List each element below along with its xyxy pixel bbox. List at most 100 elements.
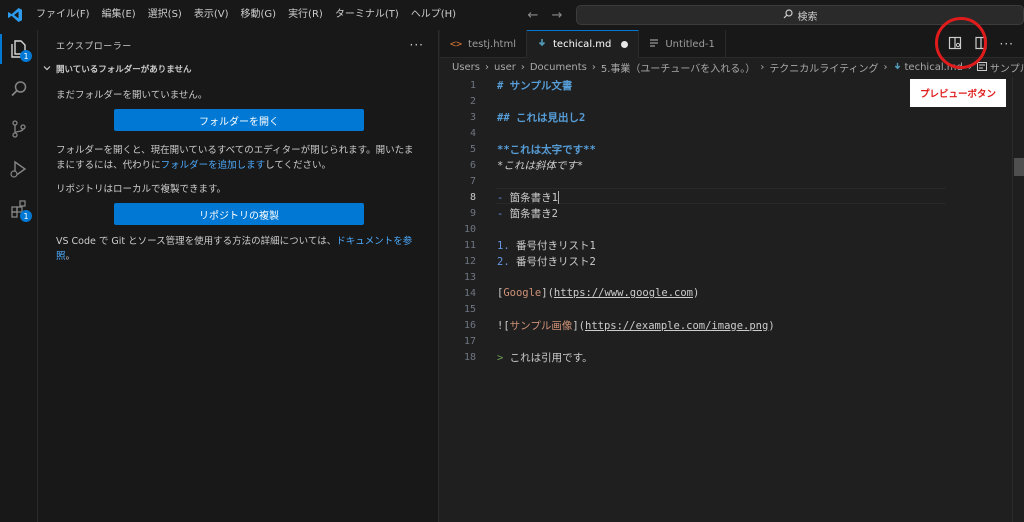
chevron-right-icon: ›: [520, 62, 525, 73]
code-line: 16 ![サンプル画像](https://example.com/image.p…: [440, 317, 950, 333]
link-bracket: ): [693, 287, 700, 299]
image-bracket: ![: [497, 319, 510, 332]
vscode-logo-icon: [0, 0, 30, 30]
menu-edit[interactable]: 編集(E): [96, 0, 142, 30]
line-number: 16: [463, 319, 476, 331]
line-number: 17: [463, 335, 476, 347]
line-content: > これは引用です。: [497, 350, 593, 365]
line-content: - 箇条書き1: [497, 190, 559, 205]
list-marker: -: [497, 207, 510, 220]
run-debug-icon[interactable]: [0, 150, 38, 188]
no-folder-section-header[interactable]: 開いているフォルダーがありません: [38, 60, 438, 78]
vertical-scrollbar[interactable]: [1012, 77, 1024, 522]
line-number: 18: [463, 351, 476, 363]
breadcrumb: Users › user › Documents › 5.事業（ユーチューバを入…: [440, 58, 1024, 77]
search-icon: [783, 8, 793, 22]
code-line: 9 - 箇条書き2: [440, 205, 950, 221]
activity-bar: 1 1: [0, 30, 38, 522]
git-text-2: 。: [65, 251, 76, 262]
breadcrumb-item[interactable]: user: [494, 62, 516, 73]
tab-label: testj.html: [468, 38, 516, 50]
annotation-circle: [935, 17, 987, 69]
link-bracket: ](: [541, 287, 554, 299]
list-marker: 1.: [497, 239, 516, 252]
no-folder-message: まだフォルダーを開いていません。: [56, 90, 208, 101]
forward-arrow-icon[interactable]: →: [550, 8, 564, 23]
line-number: 8: [469, 191, 476, 203]
list-text: 箇条書き1: [509, 191, 558, 204]
code-line: 13: [440, 269, 950, 285]
unsaved-dot-icon[interactable]: [621, 41, 629, 48]
git-text-1: VS Code で Git とソース管理を使用する方法の詳細については、: [56, 236, 337, 247]
line-content: 2. 番号付きリスト2: [497, 254, 596, 269]
heading-2: ## これは見出し2: [497, 111, 586, 124]
tab-techical-md[interactable]: techical.md: [527, 30, 640, 58]
breadcrumb-item[interactable]: テクニカルライティング: [769, 60, 878, 75]
menu-bar: ファイル(F) 編集(E) 選択(S) 表示(V) 移動(G) 実行(R) ター…: [30, 0, 462, 30]
section-title: 開いているフォルダーがありません: [56, 65, 192, 75]
symbol-icon: [976, 61, 987, 74]
open-folder-button[interactable]: フォルダーを開く: [114, 109, 364, 131]
line-number: 9: [469, 207, 476, 219]
line-number: 15: [463, 303, 476, 315]
list-text: 箇条書き2: [509, 207, 558, 220]
line-number: 2: [469, 95, 476, 107]
menu-file[interactable]: ファイル(F): [30, 0, 96, 30]
line-number: 1: [469, 79, 476, 91]
extensions-icon[interactable]: 1: [0, 190, 38, 228]
source-control-icon[interactable]: [0, 110, 38, 148]
tab-label: techical.md: [553, 39, 612, 50]
tab-untitled-1[interactable]: Untitled-1: [639, 30, 726, 58]
breadcrumb-item[interactable]: Users: [452, 62, 480, 73]
sidebar-title: エクスプローラー: [56, 41, 132, 52]
code-line: 4: [440, 125, 950, 141]
italic-text: *これは斜体です*: [497, 159, 584, 172]
menu-go[interactable]: 移動(G): [235, 0, 283, 30]
search-view-icon[interactable]: [0, 70, 38, 108]
image-bracket: ](: [572, 319, 585, 332]
menu-run[interactable]: 実行(R): [282, 0, 329, 30]
menu-help[interactable]: ヘルプ(H): [405, 0, 462, 30]
line-number: 12: [463, 255, 476, 267]
code-line: 8 - 箇条書き1: [440, 189, 950, 205]
code-line: 14 [Google](https://www.google.com): [440, 285, 950, 301]
extensions-badge: 1: [20, 210, 32, 222]
markdown-file-icon: [537, 38, 547, 51]
explorer-sidebar: エクスプローラー ··· 開いているフォルダーがありません まだフォルダーを開い…: [38, 30, 439, 522]
chevron-right-icon: ›: [760, 62, 765, 73]
back-arrow-icon[interactable]: ←: [526, 8, 540, 23]
breadcrumb-item[interactable]: サンプル文書: [990, 60, 1024, 75]
editor-more-actions-icon[interactable]: ···: [1000, 37, 1014, 51]
line-content: *これは斜体です*: [497, 158, 583, 173]
warning-text-2: してください。: [265, 160, 332, 171]
editor-area[interactable]: 1 # サンプル文書 2 3 ## これは見出し2 4 5 **これは太字です*…: [440, 77, 1024, 522]
link-url[interactable]: https://www.google.com: [554, 287, 693, 299]
menu-terminal[interactable]: ターミナル(T): [329, 0, 405, 30]
navigation-arrows: ← →: [526, 0, 564, 30]
open-folder-warning: フォルダーを開くと、現在開いているすべてのエディターが閉じられます。開いたままに…: [38, 143, 438, 173]
breadcrumb-item[interactable]: Documents: [530, 62, 587, 73]
tab-testj-html[interactable]: <> testj.html: [440, 30, 527, 58]
line-number: 11: [463, 239, 476, 251]
scrollbar-thumb[interactable]: [1014, 158, 1024, 176]
add-folder-link[interactable]: フォルダーを追加します: [161, 160, 266, 171]
menu-selection[interactable]: 選択(S): [142, 0, 188, 30]
line-number: 7: [469, 175, 476, 187]
line-content: - 箇条書き2: [497, 206, 558, 221]
explorer-icon[interactable]: 1: [0, 30, 38, 68]
list-marker: -: [497, 191, 510, 204]
breadcrumb-item[interactable]: 5.事業（ユーチューバを入れる。）: [601, 60, 755, 75]
text-cursor: [557, 191, 559, 204]
more-actions-icon[interactable]: ···: [410, 38, 424, 52]
sidebar-header: エクスプローラー ···: [38, 30, 438, 60]
menu-view[interactable]: 表示(V): [188, 0, 235, 30]
image-url[interactable]: https://example.com/image.png: [585, 320, 768, 332]
code-line: 2: [440, 93, 950, 109]
line-content: ## これは見出し2: [497, 110, 585, 125]
line-number: 4: [469, 127, 476, 139]
chevron-right-icon: ›: [591, 62, 596, 73]
clone-repository-button[interactable]: リポジトリの複製: [114, 203, 364, 225]
code-line: 12 2. 番号付きリスト2: [440, 253, 950, 269]
chevron-right-icon: ›: [485, 62, 490, 73]
line-number: 13: [463, 271, 476, 283]
